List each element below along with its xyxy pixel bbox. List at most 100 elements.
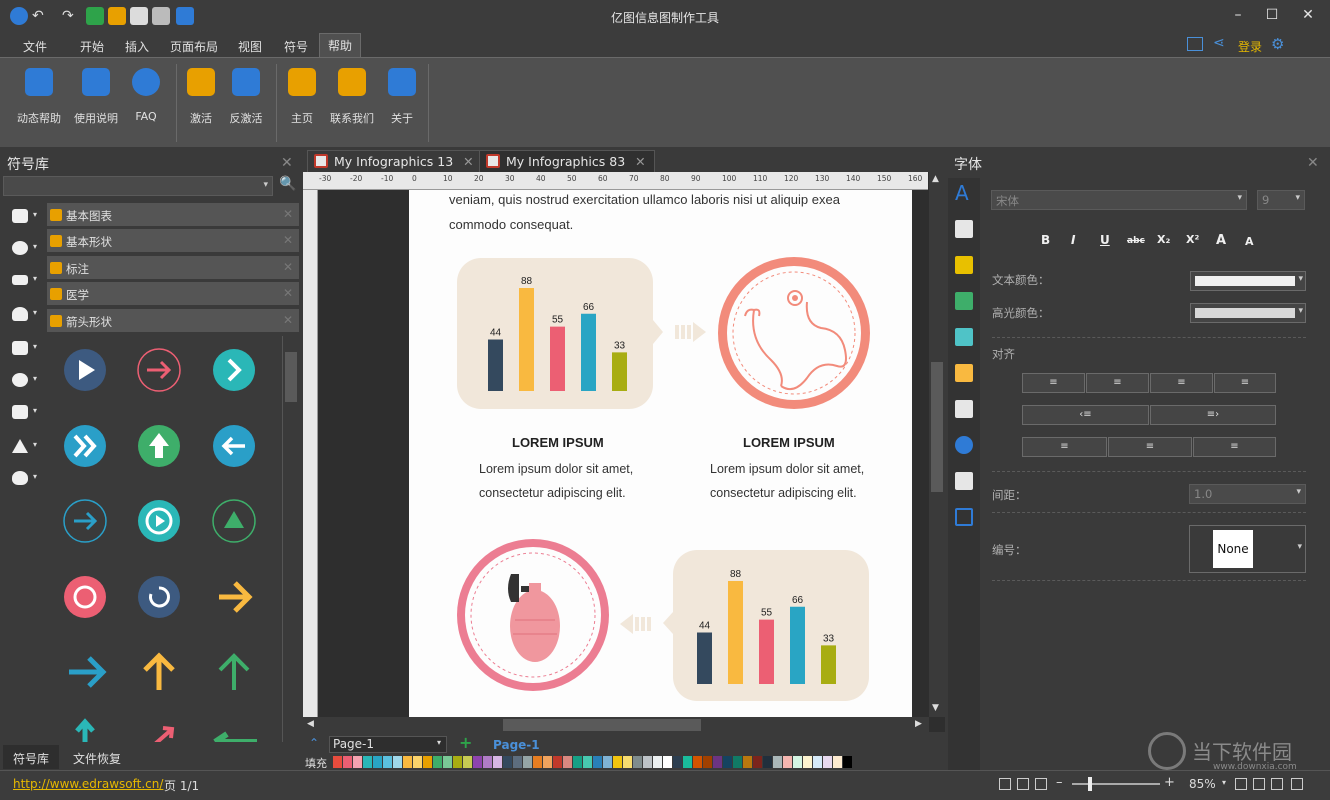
category-medical[interactable]: 医学 ✕	[47, 282, 299, 306]
scroll-left-icon[interactable]: ◀	[307, 719, 314, 729]
palette-swatch[interactable]	[453, 756, 462, 768]
chevron-up-icon[interactable]: ⌃	[309, 736, 319, 750]
bold-button[interactable]: B	[1041, 233, 1050, 247]
contact-us-button[interactable]: 联系我们	[324, 68, 380, 138]
grid-icon[interactable]	[1291, 778, 1303, 790]
chevron-arrow-yellow-symbol[interactable]	[219, 581, 253, 613]
category-basic-shapes[interactable]: 基本形状 ✕	[47, 229, 299, 253]
palette-swatch[interactable]	[373, 756, 382, 768]
category-basic-chart[interactable]: 基本图表 ✕	[47, 203, 299, 227]
increase-indent-button[interactable]: ≡›	[1150, 405, 1276, 425]
menu-insert[interactable]: 插入	[125, 38, 149, 55]
align-middle-button[interactable]: ≡	[1108, 437, 1192, 457]
palette-swatch[interactable]	[753, 756, 762, 768]
website-link[interactable]: http://www.edrawsoft.cn/	[13, 777, 163, 791]
palette-swatch[interactable]	[693, 756, 702, 768]
palette-swatch[interactable]	[573, 756, 582, 768]
menu-page-layout[interactable]: 页面布局	[170, 38, 218, 55]
palette-swatch[interactable]	[393, 756, 402, 768]
line-pen-icon[interactable]	[955, 256, 973, 274]
palette-swatch[interactable]	[353, 756, 362, 768]
palette-swatch[interactable]	[443, 756, 452, 768]
align-left-button[interactable]: ≡	[1022, 373, 1085, 393]
palette-swatch[interactable]	[703, 756, 712, 768]
instructions-button[interactable]: 使用说明	[68, 68, 124, 138]
scroll-down-icon[interactable]: ▼	[932, 703, 939, 713]
camera-tool[interactable]: ▾	[8, 336, 40, 360]
about-button[interactable]: 关于	[374, 68, 430, 138]
chart-tool[interactable]: ▾	[8, 236, 40, 260]
chevron-down-icon[interactable]: ▾	[437, 738, 441, 747]
doc-tab-2[interactable]: My Infographics 83 ✕	[479, 150, 655, 172]
palette-swatch[interactable]	[413, 756, 422, 768]
superscript-button[interactable]: X²	[1186, 233, 1199, 246]
scrollbar-thumb[interactable]	[931, 362, 943, 492]
palette-swatch[interactable]	[843, 756, 852, 768]
close-icon[interactable]: ✕	[281, 155, 293, 171]
palette-swatch[interactable]	[553, 756, 562, 768]
fill-bucket-icon[interactable]	[955, 220, 973, 238]
decrease-indent-button[interactable]: ‹≡	[1022, 405, 1149, 425]
close-icon[interactable]: ✕	[283, 286, 293, 300]
strikethrough-button[interactable]: abc	[1127, 236, 1145, 246]
minimize-button[interactable]: –	[1224, 4, 1252, 26]
faq-button[interactable]: FAQ	[118, 68, 174, 138]
triangle-up-outline-symbol[interactable]	[212, 499, 256, 543]
palette-swatch[interactable]	[813, 756, 822, 768]
palette-swatch[interactable]	[823, 756, 832, 768]
palette-swatch[interactable]	[593, 756, 602, 768]
palette-swatch[interactable]	[833, 756, 842, 768]
palette-swatch[interactable]	[343, 756, 352, 768]
page-tab[interactable]: Page-1	[493, 738, 540, 752]
maximize-button[interactable]: ☐	[1258, 4, 1286, 26]
italic-button[interactable]: I	[1071, 233, 1075, 247]
font-name-select[interactable]: 宋体 ▾	[991, 190, 1247, 210]
layer-icon[interactable]	[955, 364, 973, 382]
palette-swatch[interactable]	[543, 756, 552, 768]
fit-page-icon[interactable]	[1235, 778, 1247, 790]
scroll-right-icon[interactable]: ▶	[915, 719, 922, 729]
align-center-button[interactable]: ≡	[1086, 373, 1149, 393]
dynamic-help-button[interactable]: 动态帮助	[11, 68, 67, 138]
palette-swatch[interactable]	[583, 756, 592, 768]
chevron-down-icon[interactable]: ▾	[1222, 778, 1226, 787]
page-setup-icon[interactable]	[955, 400, 973, 418]
close-icon[interactable]: ✕	[283, 313, 293, 327]
menu-start[interactable]: 开始	[80, 38, 104, 55]
arrow-diagonal-pink-symbol[interactable]	[154, 726, 175, 742]
spacing-select[interactable]: 1.0 ▾	[1189, 484, 1306, 504]
arrow-up-circle-symbol[interactable]	[138, 425, 180, 467]
palette-swatch[interactable]	[783, 756, 792, 768]
zoom-level[interactable]: 85%	[1189, 777, 1216, 791]
palette-swatch[interactable]	[533, 756, 542, 768]
palette-swatch[interactable]	[763, 756, 772, 768]
palette-swatch[interactable]	[713, 756, 722, 768]
palette-swatch[interactable]	[633, 756, 642, 768]
search-icon[interactable]: 🔍	[279, 176, 296, 192]
palette-swatch[interactable]	[333, 756, 342, 768]
deactivate-button[interactable]: 反激活	[218, 68, 274, 138]
shadow-icon[interactable]	[955, 328, 973, 346]
arrow-right-outline-teal-symbol[interactable]	[63, 499, 107, 543]
palette-swatch[interactable]	[493, 756, 502, 768]
palette-swatch[interactable]	[563, 756, 572, 768]
shrink-font-button[interactable]: A	[1245, 235, 1254, 248]
arrow-right-teal-symbol[interactable]	[69, 656, 107, 688]
animal-tool[interactable]: ▾	[8, 268, 40, 292]
palette-swatch[interactable]	[793, 756, 802, 768]
menu-symbols[interactable]: 符号	[284, 38, 308, 55]
flask-tool[interactable]: ▾	[8, 466, 40, 490]
zoom-in-icon[interactable]: +	[1164, 775, 1175, 790]
arrow-up-teal-partial-symbol[interactable]	[75, 718, 95, 742]
comment-icon[interactable]	[955, 508, 973, 526]
close-icon[interactable]: ✕	[635, 154, 645, 169]
view-page-icon[interactable]	[1017, 778, 1029, 790]
menu-view[interactable]: 视图	[238, 38, 262, 55]
vertical-scrollbar[interactable]: ▲ ▼	[929, 172, 945, 717]
underline-button[interactable]: U	[1100, 233, 1110, 247]
palette-swatch[interactable]	[403, 756, 412, 768]
numbering-select[interactable]: None ▾	[1189, 525, 1306, 573]
share-screen-icon[interactable]	[1187, 37, 1203, 51]
arrow-up-green-symbol[interactable]	[218, 653, 250, 690]
people-tool[interactable]: ▾	[8, 302, 40, 326]
